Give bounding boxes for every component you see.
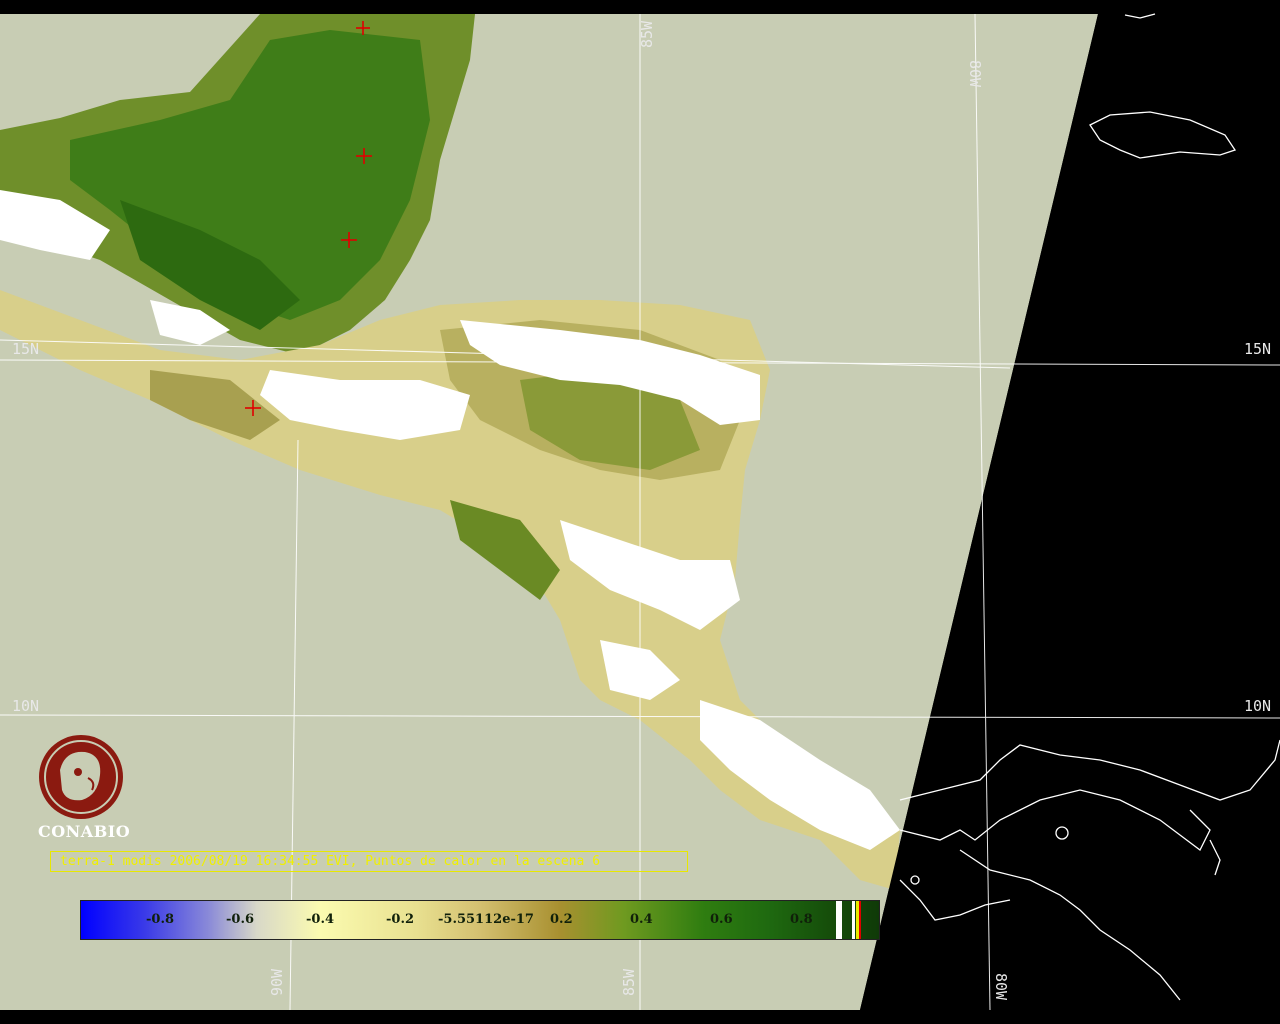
map-viewer: 85W 80W 15N 15N 10N 10N 90W 85W 80W CONA… <box>0 0 1280 1024</box>
top-border <box>0 0 1280 14</box>
conabio-logo-text: CONABIO <box>38 822 131 841</box>
colorbar-tick: -0.4 <box>306 912 335 927</box>
colorbar-tick: 0.8 <box>790 912 813 927</box>
colorbar-tick: 0.6 <box>710 912 733 927</box>
label-15n-left: 15N <box>12 340 39 358</box>
label-10n-left: 10N <box>12 697 39 715</box>
colorbar-tick: 0.4 <box>630 912 653 927</box>
scene-caption: terra-1 modis 2006/08/19 16:34:55 EVI, P… <box>50 851 688 872</box>
colorbar-tick: -0.2 <box>386 912 415 927</box>
colorbar-tick: 0.2 <box>550 912 573 927</box>
label-85w-top: 85W <box>638 20 656 48</box>
label-85w-bottom: 85W <box>620 968 638 996</box>
colorbar-mark-white <box>836 901 842 939</box>
label-10n-right: 10N <box>1244 697 1271 715</box>
label-80w-bottom: 80W <box>992 973 1010 1001</box>
colorbar-tick: -0.8 <box>146 912 175 927</box>
colorbar-mark-red <box>859 901 861 939</box>
colorbar-tick: -5.55112e-17 <box>438 912 534 927</box>
bottom-border <box>0 1010 1280 1024</box>
colorbar-tick: -0.6 <box>226 912 255 927</box>
label-90w-bottom: 90W <box>268 968 286 996</box>
conabio-logo <box>39 735 123 819</box>
colorbar-mark-white-2 <box>852 901 855 939</box>
label-80w-top: 80W <box>966 60 984 88</box>
label-15n-right: 15N <box>1244 340 1271 358</box>
